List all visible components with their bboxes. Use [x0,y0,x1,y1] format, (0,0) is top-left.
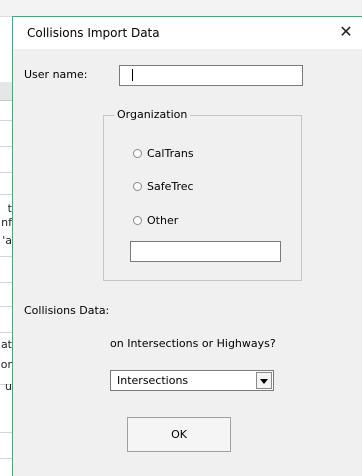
radio-button[interactable] [133,149,142,158]
grid-line [0,194,12,195]
grid-line [0,306,12,307]
radio-button[interactable] [133,182,142,191]
other-organization-input[interactable] [130,241,281,262]
radio-caltrans-label: CalTrans [147,147,194,160]
collisions-import-dialog: Collisions Import Data ✕ User name: Orga… [12,16,362,476]
background-cell: or [0,358,12,371]
radio-other-label: Other [147,214,179,227]
location-select[interactable]: Intersections [110,370,274,391]
background-toolbar [0,0,362,17]
background-cell: t [7,202,12,215]
background-cell: 'a [2,234,12,247]
background-cell: u [5,380,12,393]
chevron-down-icon[interactable] [256,372,272,389]
background-cell: nf [1,216,12,229]
grid-line [0,120,12,121]
grid-line [0,432,12,433]
ok-button[interactable]: OK [127,417,231,452]
grid-line [0,256,12,257]
text-caret [132,69,133,81]
user-name-label: User name: [24,68,88,81]
user-name-input[interactable] [119,65,303,86]
dialog-title: Collisions Import Data [27,26,160,40]
grid-line [0,172,12,173]
background-cell: at [0,338,12,351]
location-question-label: on Intersections or Highways? [110,337,276,350]
grid-line [0,332,12,333]
background-column-header [0,82,12,101]
collisions-data-label: Collisions Data: [24,304,110,317]
organization-group: Organization CalTrans SafeTrec Other [103,108,302,281]
radio-caltrans[interactable]: CalTrans [133,147,194,160]
grid-line [0,458,12,459]
organization-legend: Organization [114,108,191,121]
grid-line [0,146,12,147]
dialog-titlebar: Collisions Import Data ✕ [13,17,362,49]
radio-safetrec-label: SafeTrec [147,180,194,193]
radio-other[interactable]: Other [133,214,178,227]
radio-safetrec[interactable]: SafeTrec [133,180,194,193]
radio-button[interactable] [133,216,142,225]
close-icon[interactable]: ✕ [336,22,356,42]
grid-line [0,282,12,283]
location-select-value: Intersections [117,374,189,387]
